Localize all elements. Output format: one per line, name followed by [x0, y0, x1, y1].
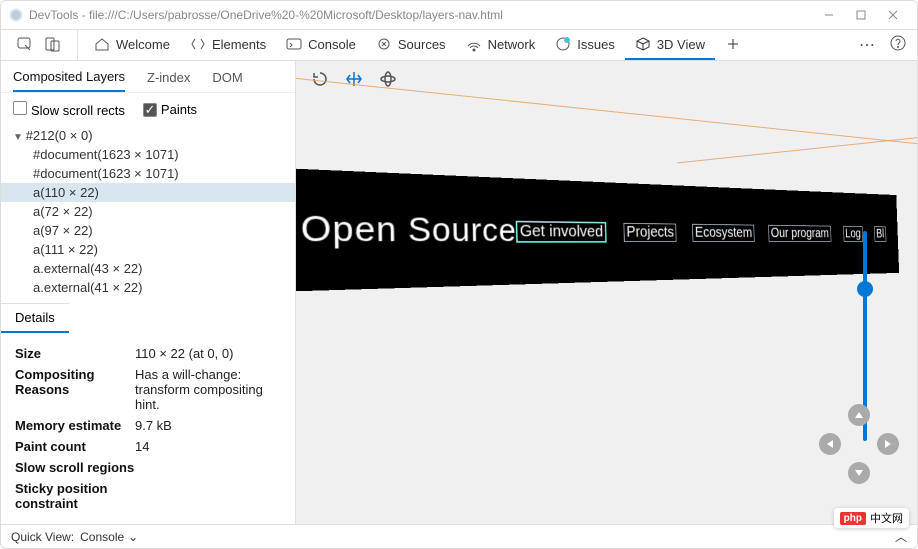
dpad-control	[819, 404, 899, 484]
window-close-button[interactable]	[877, 3, 909, 27]
dpad-left[interactable]	[819, 433, 841, 455]
watermark: php 中文网	[834, 508, 909, 528]
details-value	[135, 460, 281, 475]
tab-issues[interactable]: Issues	[545, 30, 625, 60]
details-row: Memory estimate9.7 kB	[15, 415, 281, 436]
tab-welcome[interactable]: Welcome	[84, 30, 180, 60]
tree-item[interactable]: a.external(43 × 22)	[1, 259, 295, 278]
plus-icon	[725, 36, 741, 52]
sources-icon	[376, 36, 392, 52]
chevron-down-icon: ⌄	[128, 530, 138, 544]
checkbox-slow-scroll[interactable]: Slow scroll rects	[13, 101, 125, 118]
tab-network[interactable]: Network	[456, 30, 546, 60]
nav-link: Our program	[768, 225, 831, 242]
issues-icon	[555, 36, 571, 52]
tree-item[interactable]: a(111 × 22)	[1, 240, 295, 259]
subtab-composited-layers[interactable]: Composited Layers	[13, 69, 125, 92]
details-key: Compositing Reasons	[15, 367, 135, 412]
window-minimize-button[interactable]	[813, 3, 845, 27]
chevron-up-icon[interactable]: ︿	[895, 528, 907, 545]
quick-view-select[interactable]: Console⌄	[80, 530, 138, 544]
nav-link: Log	[843, 226, 863, 242]
tab-elements[interactable]: Elements	[180, 30, 276, 60]
nav-link: Projects	[624, 223, 677, 242]
tab-3d-view[interactable]: 3D View	[625, 30, 715, 60]
details-key: Memory estimate	[15, 418, 135, 433]
sub-tab-bar: Composited Layers Z-index DOM	[1, 61, 295, 93]
tree-item[interactable]: #document(1623 × 1071)	[1, 164, 295, 183]
pan-icon[interactable]	[342, 67, 366, 91]
device-icon[interactable]	[41, 33, 65, 57]
layers-tree[interactable]: #212(0 × 0) #document(1623 × 1071)#docum…	[1, 126, 295, 297]
nav-link: Get involved	[516, 221, 606, 241]
nav-title: Open Source	[300, 210, 517, 250]
guide-line	[296, 74, 917, 169]
tree-root[interactable]: #212(0 × 0)	[1, 126, 295, 145]
details-row: Size110 × 22 (at 0, 0)	[15, 343, 281, 364]
subtab-dom[interactable]: DOM	[212, 70, 242, 91]
window-titlebar: DevTools - file:///C:/Users/pabrosse/One…	[1, 1, 917, 29]
tree-item[interactable]: a.external(41 × 22)	[1, 278, 295, 297]
checkbox-paints[interactable]: ✓Paints	[143, 102, 197, 117]
details-tab[interactable]: Details	[1, 303, 69, 333]
details-value: 110 × 22 (at 0, 0)	[135, 346, 281, 361]
3d-viewport[interactable]: Open Source Get involved Projects Ecosyste…	[296, 61, 917, 524]
dpad-right[interactable]	[877, 433, 899, 455]
details-value	[135, 481, 281, 511]
details-value: 9.7 kB	[135, 418, 281, 433]
more-icon[interactable]: ⋯	[859, 35, 875, 55]
nav-link: Bl	[874, 226, 886, 241]
details-key: Sticky position constraint	[15, 481, 135, 511]
console-icon	[286, 36, 302, 52]
details-row: Slow scroll regions	[15, 457, 281, 478]
details-value: 14	[135, 439, 281, 454]
details-key: Slow scroll regions	[15, 460, 135, 475]
home-icon	[94, 36, 110, 52]
tree-item[interactable]: a(97 × 22)	[1, 221, 295, 240]
nav-link: Ecosystem	[692, 224, 754, 242]
cube-icon	[635, 36, 651, 52]
subtab-zindex[interactable]: Z-index	[147, 70, 190, 91]
details-row: Paint count14	[15, 436, 281, 457]
quick-view-label: Quick View:	[11, 530, 74, 544]
dpad-down[interactable]	[848, 462, 870, 484]
slider-thumb[interactable]	[857, 281, 873, 297]
main-tab-bar: Welcome Elements Console Sources Network…	[1, 29, 917, 61]
left-panel: Composited Layers Z-index DOM Slow scrol…	[1, 61, 296, 524]
help-icon[interactable]	[889, 34, 907, 57]
tab-console[interactable]: Console	[276, 30, 366, 60]
composited-layer-navbar: Open Source Get involved Projects Ecosyste…	[296, 168, 899, 291]
dpad-up[interactable]	[848, 404, 870, 426]
app-icon	[9, 8, 23, 22]
tree-item[interactable]: a(110 × 22)	[1, 183, 295, 202]
details-value: Has a will-change: transform compositing…	[135, 367, 281, 412]
window-maximize-button[interactable]	[845, 3, 877, 27]
tab-sources[interactable]: Sources	[366, 30, 456, 60]
tree-item[interactable]: #document(1623 × 1071)	[1, 145, 295, 164]
details-row: Compositing ReasonsHas a will-change: tr…	[15, 364, 281, 415]
details-key: Paint count	[15, 439, 135, 454]
elements-icon	[190, 36, 206, 52]
details-panel: Size110 × 22 (at 0, 0)Compositing Reason…	[1, 333, 295, 524]
quick-view-bar: Quick View: Console⌄ ︿	[1, 524, 917, 548]
details-row: Sticky position constraint	[15, 478, 281, 514]
inspect-icon[interactable]	[13, 33, 37, 57]
tree-item[interactable]: a(72 × 22)	[1, 202, 295, 221]
tab-add[interactable]	[715, 30, 751, 60]
network-icon	[466, 36, 482, 52]
details-key: Size	[15, 346, 135, 361]
window-title: DevTools - file:///C:/Users/pabrosse/One…	[29, 8, 503, 22]
